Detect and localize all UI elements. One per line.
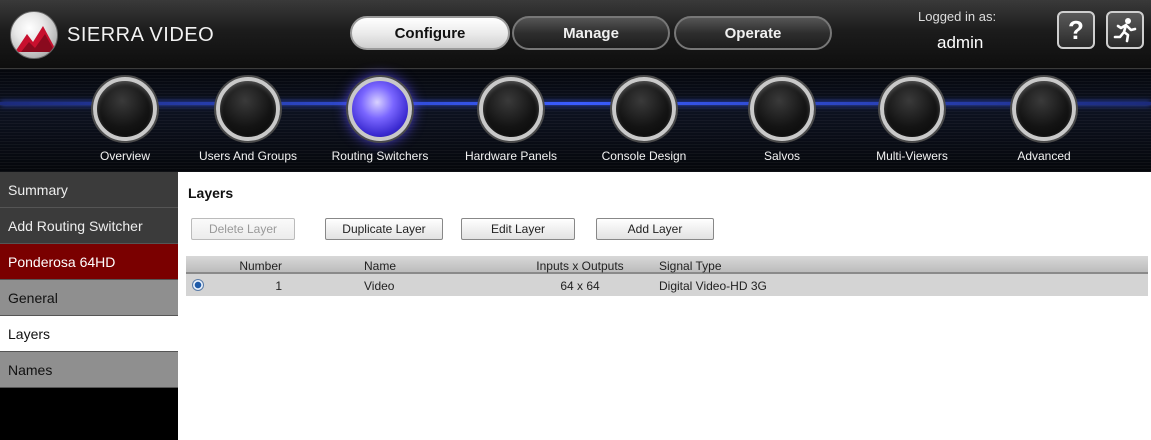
category-knob-bar: Overview Users And Groups Routing Switch… [0, 68, 1151, 172]
knob-salvos[interactable]: Salvos [712, 69, 852, 173]
running-person-icon [1113, 18, 1137, 43]
knob-label: Salvos [763, 149, 801, 163]
top-bar: SIERRA VIDEO Configure Manage Operate Lo… [0, 0, 1151, 68]
login-label: Logged in as: [918, 9, 997, 24]
table-row[interactable]: 1 Video 64 x 64 Digital Video-HD 3G [186, 274, 1148, 296]
sierra-video-logo [10, 11, 58, 59]
sidebar-item-names[interactable]: Names [0, 352, 178, 388]
nav-configure-button[interactable]: Configure [350, 16, 510, 50]
knob-label: Console Design [601, 149, 687, 163]
logout-button[interactable] [1106, 11, 1144, 49]
knob-dial-icon [216, 77, 280, 141]
knob-users-and-groups[interactable]: Users And Groups [178, 69, 318, 173]
sidebar-item-summary[interactable]: Summary [0, 172, 178, 208]
knob-routing-switchers[interactable]: Routing Switchers [310, 69, 450, 173]
knob-label: Advanced [1017, 149, 1071, 163]
help-icon: ? [1068, 14, 1084, 45]
knob-console-design[interactable]: Console Design [574, 69, 714, 173]
help-button[interactable]: ? [1057, 11, 1095, 49]
knob-advanced[interactable]: Advanced [974, 69, 1114, 173]
knob-dial-icon [612, 77, 676, 141]
login-user: admin [937, 33, 984, 52]
knob-dial-icon [479, 77, 543, 141]
knob-label: Routing Switchers [331, 149, 429, 163]
knob-dial-icon [880, 77, 944, 141]
knob-overview[interactable]: Overview [55, 69, 195, 173]
sidebar-item-general[interactable]: General [0, 280, 178, 316]
row-name: Video [364, 279, 395, 293]
knob-label: Users And Groups [198, 149, 298, 163]
sidebar-item-ponderosa-64hd[interactable]: Ponderosa 64HD [0, 244, 178, 280]
nav-manage-button[interactable]: Manage [512, 16, 670, 50]
nav-operate-button[interactable]: Operate [674, 16, 832, 50]
knob-label: Hardware Panels [464, 149, 558, 163]
delete-layer-button[interactable]: Delete Layer [191, 218, 295, 240]
sidebar-item-add-routing-switcher[interactable]: Add Routing Switcher [0, 208, 178, 244]
column-header-inputs-outputs[interactable]: Inputs x Outputs [531, 259, 629, 273]
add-layer-button[interactable]: Add Layer [596, 218, 714, 240]
layers-table: Number Name Inputs x Outputs Signal Type… [186, 256, 1148, 296]
brand-name: SIERRA VIDEO [67, 24, 215, 46]
sidebar: Summary Add Routing Switcher Ponderosa 6… [0, 172, 178, 440]
knob-label: Overview [99, 149, 150, 163]
duplicate-layer-button[interactable]: Duplicate Layer [325, 218, 443, 240]
column-header-number[interactable]: Number [239, 259, 282, 273]
row-select-radio[interactable] [192, 279, 204, 291]
knob-label: Multi-Viewers [876, 149, 948, 163]
table-header: Number Name Inputs x Outputs Signal Type [186, 256, 1148, 274]
sidebar-item-layers[interactable]: Layers [0, 316, 178, 352]
row-signal-type: Digital Video-HD 3G [659, 279, 767, 293]
knob-dial-selected-icon [348, 77, 412, 141]
knob-multi-viewers[interactable]: Multi-Viewers [842, 69, 982, 173]
knob-dial-icon [1012, 77, 1076, 141]
knob-dial-icon [750, 77, 814, 141]
page-title: Layers [188, 185, 234, 201]
column-header-name[interactable]: Name [364, 259, 396, 273]
knob-hardware-panels[interactable]: Hardware Panels [441, 69, 581, 173]
row-number: 1 [275, 279, 282, 293]
column-header-signal-type[interactable]: Signal Type [659, 259, 722, 273]
main-content: Layers Delete Layer Duplicate Layer Edit… [178, 172, 1151, 440]
row-inputs-outputs: 64 x 64 [560, 279, 600, 293]
knob-dial-icon [93, 77, 157, 141]
edit-layer-button[interactable]: Edit Layer [461, 218, 575, 240]
